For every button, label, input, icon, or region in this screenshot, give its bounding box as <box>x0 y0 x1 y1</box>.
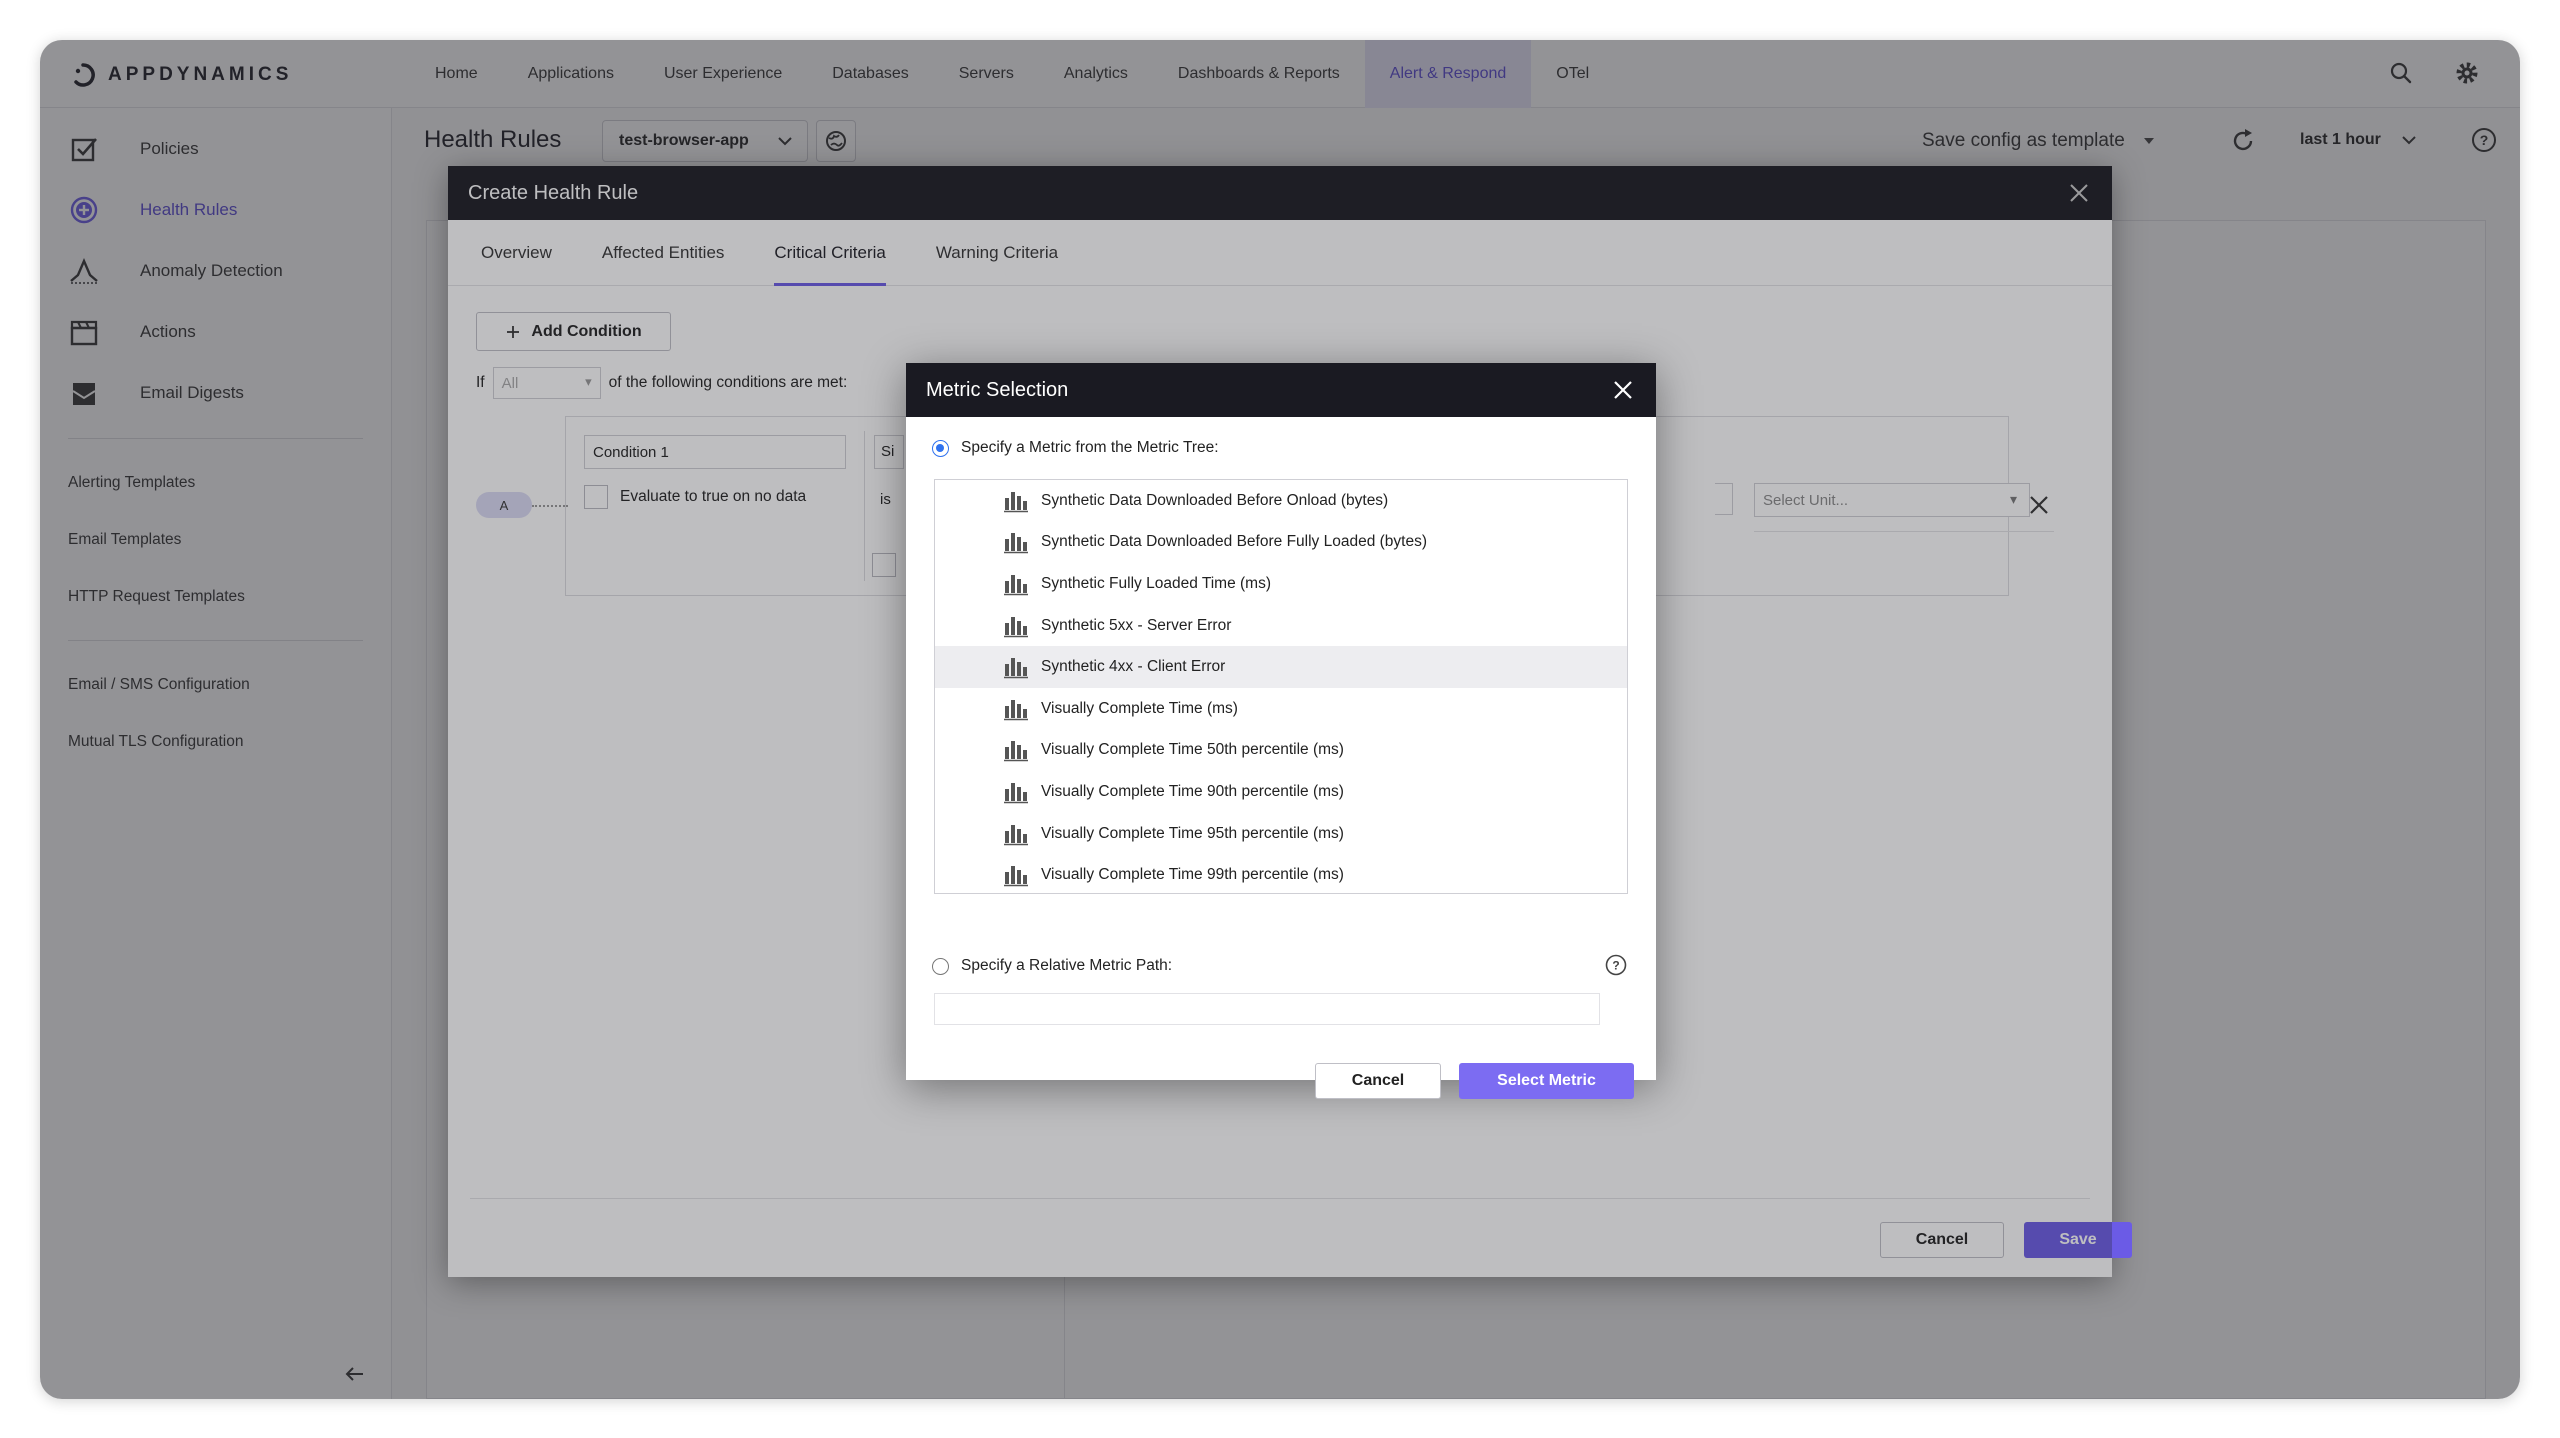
metric-tree-item[interactable]: Visually Complete Time 99th percentile (… <box>935 854 1627 893</box>
bar-chart-icon <box>1004 574 1028 596</box>
metric-tree-item-label: Visually Complete Time (ms) <box>1041 699 1238 717</box>
metric-tree-item[interactable]: Visually Complete Time 50th percentile (… <box>935 730 1627 772</box>
metric-tree-item[interactable]: Visually Complete Time 95th percentile (… <box>935 813 1627 855</box>
metric-tree-item-label: Synthetic Data Downloaded Before Onload … <box>1041 491 1389 509</box>
metric-tree-item[interactable]: Synthetic 5xx - Server Error <box>935 605 1627 647</box>
help-icon[interactable]: ? <box>1604 953 1628 977</box>
metric-tree-item-label: Synthetic 4xx - Client Error <box>1041 658 1226 676</box>
bar-chart-icon <box>1004 699 1028 721</box>
dialog-title: Metric Selection <box>926 378 1069 401</box>
bar-chart-icon <box>1004 491 1028 513</box>
bar-chart-icon <box>1004 658 1028 679</box>
metric-tree-item-label: Synthetic Data Downloaded Before Fully L… <box>1041 533 1427 551</box>
metric-tree-item[interactable]: Visually Complete Time (ms) <box>935 688 1627 730</box>
metric-tree-item[interactable]: Synthetic 4xx - Client Error <box>935 646 1627 688</box>
relative-path-input[interactable] <box>934 993 1600 1025</box>
bar-chart-icon <box>1004 866 1028 887</box>
metric-tree-label: Specify a Metric from the Metric Tree: <box>961 439 1219 456</box>
metric-tree-radio[interactable] <box>932 439 949 457</box>
metric-tree-item-label: Visually Complete Time 95th percentile (… <box>1041 824 1344 842</box>
metric-tree-item-label: Visually Complete Time 99th percentile (… <box>1041 866 1344 884</box>
metric-tree-item-label: Synthetic Fully Loaded Time (ms) <box>1041 574 1272 592</box>
close-icon[interactable] <box>1610 377 1636 403</box>
metric-tree-item-label: Visually Complete Time 90th percentile (… <box>1041 782 1344 800</box>
metric-tree-item[interactable]: Visually Complete Time 90th percentile (… <box>935 771 1627 813</box>
relative-path-radio[interactable] <box>932 957 949 975</box>
metric-selection-header: Metric Selection <box>906 363 1656 417</box>
bar-chart-icon <box>1004 533 1028 554</box>
relative-path-label: Specify a Relative Metric Path: <box>961 957 1173 974</box>
app-window: APPDYNAMICS HomeApplicationsUser Experie… <box>40 40 2520 1399</box>
metric-tree-list: Synthetic Data Downloaded Before Onload … <box>934 479 1628 894</box>
metric-tree-option[interactable]: Specify a Metric from the Metric Tree: <box>932 439 1219 457</box>
metric-tree-item-label: Synthetic 5xx - Server Error <box>1041 616 1232 634</box>
metric-tree-item[interactable]: Synthetic Data Downloaded Before Onload … <box>935 480 1627 522</box>
metric-selection-dialog: Metric Selection Specify a Metric from t… <box>906 363 1656 1099</box>
relative-path-option[interactable]: Specify a Relative Metric Path: <box>932 957 1172 975</box>
cancel-button[interactable]: Cancel <box>1315 1063 1441 1099</box>
svg-text:?: ? <box>1612 959 1619 973</box>
metric-tree-item[interactable]: Synthetic Data Downloaded Before Fully L… <box>935 522 1627 564</box>
bar-chart-icon <box>1004 824 1028 845</box>
bar-chart-icon <box>1004 782 1028 804</box>
metric-tree-item-label: Visually Complete Time 50th percentile (… <box>1041 741 1344 759</box>
select-metric-button[interactable]: Select Metric <box>1459 1063 1634 1099</box>
metric-tree-item[interactable]: Synthetic Fully Loaded Time (ms) <box>935 563 1627 605</box>
bar-chart-icon <box>1004 616 1028 637</box>
bar-chart-icon <box>1004 741 1028 762</box>
